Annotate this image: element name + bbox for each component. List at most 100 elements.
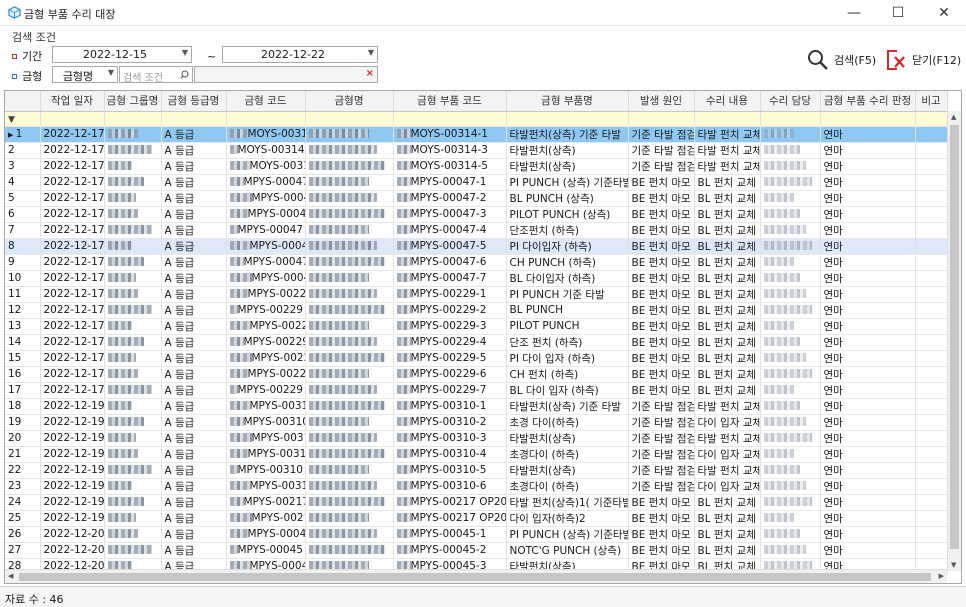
repair-content-cell[interactable]: 타발 펀치 교체 (694, 142, 761, 159)
mold-grade-cell[interactable]: A 등급 (161, 414, 227, 431)
repair-person-cell[interactable] (760, 270, 821, 287)
column-header[interactable]: 금형 부품 수리 판정 (820, 91, 916, 112)
part-name-cell[interactable]: 단조펀치 (하측) (506, 222, 629, 239)
part-name-cell[interactable]: 초경 다이(하측) (506, 414, 629, 431)
repair-person-cell[interactable] (760, 254, 821, 271)
table-row[interactable]: 19 2022-12-19 A 등급 MPYS-00310 MPYS-00310-2 초경… (5, 414, 948, 431)
repair-content-cell[interactable]: BL 펀치 교체 (694, 238, 761, 255)
table-row[interactable]: 162022-12-17 A 등급MPYS-00229 MPYS-00229-6CH… (5, 366, 948, 383)
remarks-cell[interactable] (915, 254, 948, 271)
mold-name-cell[interactable] (305, 478, 394, 495)
cause-cell[interactable]: BE 펀치 마모 (628, 526, 695, 543)
part-code-cell[interactable]: MPYS-00229-1 (393, 286, 507, 303)
repair-content-cell[interactable]: 다이 입자 교체 (694, 446, 761, 463)
part-name-cell[interactable]: 타발 펀치(상측)1( 기준타발) (506, 494, 629, 511)
repair-content-cell[interactable]: 타발 펀치 교체 (694, 126, 761, 143)
row-number-cell[interactable]: 12 (5, 302, 41, 319)
repair-verdict-cell[interactable]: 연마 (820, 174, 916, 191)
mold-code-cell[interactable]: MPYS-00310 (226, 414, 306, 431)
part-code-cell[interactable]: MPYS-00229-7 (393, 382, 507, 399)
mold-grade-cell[interactable]: A 등급 (161, 494, 227, 511)
mold-group-cell[interactable] (104, 158, 162, 175)
repair-content-cell[interactable]: BL 펀치 교체 (694, 270, 761, 287)
cause-cell[interactable]: BE 펀치 마모 (628, 270, 695, 287)
column-header[interactable]: 작업 일자 (40, 91, 105, 112)
scroll-up-icon[interactable]: ▲ (951, 113, 956, 121)
mold-code-cell[interactable]: MPYS-00217 (226, 510, 306, 527)
part-code-cell[interactable]: MOYS-00314-1 (393, 126, 507, 143)
repair-content-cell[interactable]: BL 펀치 교체 (694, 510, 761, 527)
mold-group-cell[interactable] (104, 190, 162, 207)
mold-grade-cell[interactable]: A 등급 (161, 158, 227, 175)
repair-person-cell[interactable] (760, 382, 821, 399)
mold-code-cell[interactable]: MPYS-00310 (226, 446, 306, 463)
cause-cell[interactable]: 기준 타발 점검 (628, 398, 695, 415)
part-code-cell[interactable]: MPYS-00229-6 (393, 366, 507, 383)
repair-verdict-cell[interactable]: 연마 (820, 366, 916, 383)
row-number-cell[interactable]: 2 (5, 142, 41, 159)
repair-person-cell[interactable] (760, 462, 821, 479)
mold-group-cell[interactable] (104, 382, 162, 399)
mold-grade-cell[interactable]: A 등급 (161, 222, 227, 239)
dropdown-arrow-icon[interactable]: ▼ (368, 48, 374, 57)
work-date-cell[interactable]: 2022-12-17 (40, 206, 105, 223)
mold-name-cell[interactable] (305, 510, 394, 527)
horizontal-scroll-thumb[interactable] (19, 573, 931, 581)
work-date-cell[interactable]: 2022-12-17 (40, 318, 105, 335)
part-name-cell[interactable]: PI PUNCH 기준 타발 (506, 286, 629, 303)
remarks-cell[interactable] (915, 526, 948, 543)
column-header[interactable]: 금형 부품명 (506, 91, 629, 112)
part-name-cell[interactable]: 타발펀치(상측) 기준 타발 (506, 398, 629, 415)
table-row[interactable]: 132022-12-17 A 등급MPYS-00229 MPYS-00229-3PI… (5, 318, 948, 335)
repair-content-cell[interactable]: BL 펀치 교체 (694, 206, 761, 223)
repair-content-cell[interactable]: BL 펀치 교체 (694, 494, 761, 511)
work-date-cell[interactable]: 2022-12-19 (40, 446, 105, 463)
mold-group-cell[interactable] (104, 270, 162, 287)
mold-group-cell[interactable] (104, 350, 162, 367)
part-name-cell[interactable]: BL PUNCH (상측) (506, 190, 629, 207)
scroll-left-icon[interactable]: ◀ (8, 572, 13, 580)
mold-grade-cell[interactable]: A 등급 (161, 254, 227, 271)
part-code-cell[interactable]: MPYS-00229-2 (393, 302, 507, 319)
mold-code-cell[interactable]: MPYS-00045 (226, 526, 306, 543)
work-date-cell[interactable]: 2022-12-19 (40, 478, 105, 495)
repair-person-cell[interactable] (760, 222, 821, 239)
work-date-cell[interactable]: 2022-12-17 (40, 190, 105, 207)
row-number-cell[interactable]: 16 (5, 366, 41, 383)
repair-content-cell[interactable]: BL 펀치 교체 (694, 366, 761, 383)
mold-name-cell[interactable] (305, 382, 394, 399)
mold-grade-cell[interactable]: A 등급 (161, 430, 227, 447)
part-name-cell[interactable]: BL 다이 입자 (하측) (506, 382, 629, 399)
cause-cell[interactable]: BE 펀치 마모 (628, 286, 695, 303)
column-header[interactable]: 비고 (915, 91, 948, 112)
work-date-cell[interactable]: 2022-12-17 (40, 174, 105, 191)
row-number-cell[interactable]: 18 (5, 398, 41, 415)
mold-type-select[interactable]: 금형명 ▼ (52, 66, 118, 83)
remarks-cell[interactable] (915, 478, 948, 495)
cause-cell[interactable]: BE 펀치 마모 (628, 174, 695, 191)
row-number-cell[interactable]: 27 (5, 542, 41, 559)
mold-group-cell[interactable] (104, 478, 162, 495)
part-code-cell[interactable]: MOYS-00314-3 (393, 142, 507, 159)
row-number-cell[interactable]: 15 (5, 350, 41, 367)
mold-name-cell[interactable] (305, 302, 394, 319)
row-number-cell[interactable]: 7 (5, 222, 41, 239)
mold-group-cell[interactable] (104, 174, 162, 191)
row-number-cell[interactable]: 10 (5, 270, 41, 287)
repair-verdict-cell[interactable]: 연마 (820, 126, 916, 143)
part-name-cell[interactable]: PILOT PUNCH (상측) (506, 206, 629, 223)
mold-group-cell[interactable] (104, 366, 162, 383)
mold-code-cell[interactable]: MPYS-00229 (226, 382, 306, 399)
table-row[interactable]: 212022-12-19 A 등급MPYS-00310 MPYS-00310-4초경… (5, 446, 948, 463)
search-button[interactable]: 검색(F5) (806, 48, 876, 72)
part-code-cell[interactable]: MPYS-00310-6 (393, 478, 507, 495)
mold-code-cell[interactable]: MPYS-00229 (226, 366, 306, 383)
work-date-cell[interactable]: 2022-12-17 (40, 302, 105, 319)
search-condition-input[interactable]: 검색 조건 (119, 66, 193, 84)
part-code-cell[interactable]: MPYS-00229-4 (393, 334, 507, 351)
mold-name-cell[interactable] (305, 142, 394, 159)
work-date-cell[interactable]: 2022-12-20 (40, 542, 105, 559)
repair-person-cell[interactable] (760, 142, 821, 159)
part-name-cell[interactable]: 다이 입자(하측)2 (506, 510, 629, 527)
table-row[interactable]: 32022-12-17 A 등급MOYS-00314 MOYS-00314-5타발펀… (5, 158, 948, 175)
